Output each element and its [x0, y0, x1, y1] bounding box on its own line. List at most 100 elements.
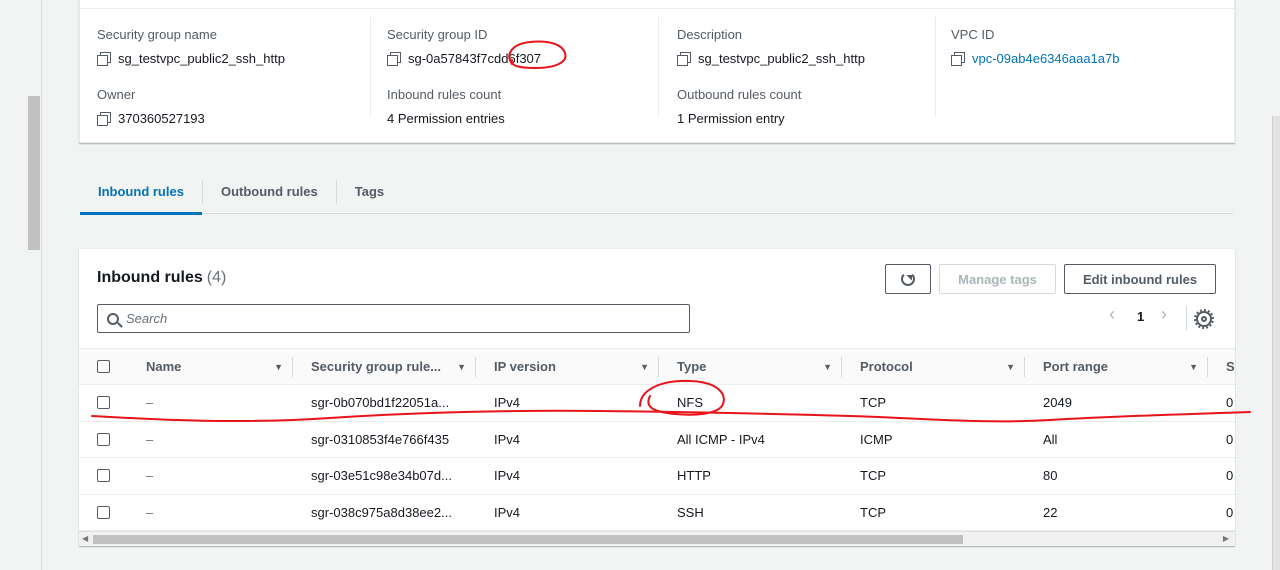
inbound-rules-panel: Inbound rules (4) Manage tags Edit inboun… [79, 248, 1235, 546]
rule-id: sgr-0b070bd1f22051a... [311, 395, 450, 411]
tab-tags[interactable]: Tags [337, 170, 402, 213]
table-header-row: Name ▼ Security group rule... ▼ IP version… [79, 348, 1235, 385]
select-all-checkbox[interactable] [97, 360, 110, 373]
rules-title-text: Inbound rules [97, 269, 203, 286]
column-header-rule-id[interactable]: Security group rule... ▼ [293, 348, 476, 385]
copy-icon[interactable] [951, 52, 965, 66]
rule-name: – [146, 395, 154, 411]
rule-protocol: TCP [860, 395, 886, 411]
group-name-field: Security group name sg_testvpc_public2_s… [97, 27, 285, 66]
tab-outbound-rules[interactable]: Outbound rules [203, 170, 336, 213]
rule-port-range: 80 [1043, 468, 1058, 484]
refresh-button[interactable] [885, 264, 931, 294]
copy-icon[interactable] [677, 52, 691, 66]
column-header-port-range[interactable]: Port range ▼ [1025, 348, 1208, 385]
tab-inbound-rules[interactable]: Inbound rules [80, 170, 202, 215]
group-id-label: Security group ID [387, 27, 488, 42]
rule-id: sgr-038c975a8d38ee2... [311, 504, 452, 520]
caret-down-icon: ▼ [457, 361, 466, 372]
column-header-name[interactable]: Name ▼ [128, 348, 293, 385]
rules-table: Name ▼ Security group rule... ▼ IP version… [79, 348, 1235, 531]
search-box[interactable] [97, 304, 690, 333]
rule-ip-version: IPv4 [494, 431, 521, 447]
page-scrollbar-thumb[interactable] [28, 96, 40, 250]
rule-id: sgr-03e51c98e34b07d... [311, 468, 452, 484]
table-row[interactable]: – sgr-0b070bd1f22051a... IPv4 NFS TCP 2049 0 [79, 384, 1235, 422]
manage-tags-button[interactable]: Manage tags [939, 264, 1056, 294]
table-horizontal-scrollbar[interactable]: ◀ ▶ [79, 531, 1235, 546]
rule-source: 0 [1226, 468, 1234, 484]
table-row[interactable]: – sgr-038c975a8d38ee2... IPv4 SSH TCP 22 0 [79, 494, 1235, 531]
caret-down-icon: ▼ [640, 361, 649, 372]
row-checkbox[interactable] [97, 432, 110, 446]
copy-icon[interactable] [97, 112, 111, 126]
rule-port-range: 2049 [1043, 395, 1072, 411]
rule-type: All ICMP - IPv4 [677, 431, 765, 447]
vpc-link[interactable]: vpc-09ab4e6346aaa1a7b [972, 51, 1119, 66]
details-panel: Security group name sg_testvpc_public2_s… [79, 0, 1235, 143]
search-input[interactable] [126, 311, 666, 326]
rule-port-range: 22 [1043, 504, 1058, 520]
column-header-ip-version[interactable]: IP version ▼ [476, 348, 659, 385]
rule-ip-version: IPv4 [494, 504, 521, 520]
table-row[interactable]: – sgr-0310853f4e766f435 IPv4 All ICMP - IPv… [79, 421, 1235, 458]
group-name-value: sg_testvpc_public2_ssh_http [118, 51, 285, 66]
vpc-field: VPC ID vpc-09ab4e6346aaa1a7b [951, 27, 1119, 66]
rule-type: NFS [677, 395, 703, 411]
group-id-field: Security group ID sg-0a57843f7cdd6f307 [387, 27, 541, 66]
copy-icon[interactable] [97, 52, 111, 66]
description-field: Description sg_testvpc_public2_ssh_http [677, 27, 865, 66]
tab-bar: Inbound rules Outbound rules Tags [80, 170, 1233, 215]
inbound-count-field: Inbound rules count 4 Permission entries [387, 87, 505, 126]
copy-icon[interactable] [387, 52, 401, 66]
rules-title: Inbound rules (4) [97, 269, 226, 287]
caret-down-icon: ▼ [1189, 361, 1198, 372]
owner-value: 370360527193 [118, 111, 205, 126]
table-row[interactable]: – sgr-03e51c98e34b07d... IPv4 HTTP TCP 80 0 [79, 457, 1235, 495]
caret-down-icon: ▼ [1006, 361, 1015, 372]
search-icon [107, 312, 119, 325]
rule-port-range: All [1043, 431, 1058, 447]
gear-icon[interactable] [1194, 309, 1214, 329]
vpc-label: VPC ID [951, 27, 995, 42]
owner-label: Owner [97, 87, 136, 102]
prev-page-button[interactable]: ‹ [1109, 304, 1115, 325]
outbound-count-value: 1 Permission entry [677, 111, 785, 126]
rule-type: HTTP [677, 468, 711, 484]
rule-protocol: ICMP [860, 431, 893, 447]
inbound-count-label: Inbound rules count [387, 87, 502, 102]
column-header-type[interactable]: Type ▼ [659, 348, 842, 385]
description-value: sg_testvpc_public2_ssh_http [698, 51, 865, 66]
rule-ip-version: IPv4 [494, 468, 521, 484]
rule-source: 0 [1226, 431, 1234, 447]
outbound-count-label: Outbound rules count [677, 87, 802, 102]
column-header-source[interactable]: S [1208, 348, 1235, 385]
row-checkbox[interactable] [97, 396, 110, 410]
row-checkbox[interactable] [97, 469, 110, 483]
rules-count: (4) [206, 269, 227, 286]
right-scrollbar[interactable] [1272, 116, 1280, 570]
owner-field: Owner 370360527193 [97, 87, 205, 126]
rule-ip-version: IPv4 [494, 395, 521, 411]
description-label: Description [677, 27, 743, 42]
rule-protocol: TCP [860, 504, 886, 520]
rule-type: SSH [677, 504, 704, 520]
rule-id: sgr-0310853f4e766f435 [311, 431, 450, 447]
page-scrollbar[interactable] [0, 0, 42, 570]
rule-name: – [146, 468, 154, 484]
page-number[interactable]: 1 [1137, 309, 1144, 324]
row-checkbox[interactable] [97, 505, 110, 519]
rule-name: – [146, 431, 154, 447]
inbound-count-value: 4 Permission entries [387, 111, 505, 126]
caret-down-icon: ▼ [274, 361, 283, 372]
group-id-value: sg-0a57843f7cdd6f307 [408, 51, 542, 66]
column-header-protocol[interactable]: Protocol ▼ [842, 348, 1025, 385]
caret-down-icon: ▼ [823, 361, 832, 372]
rule-name: – [146, 504, 154, 520]
outbound-count-field: Outbound rules count 1 Permission entry [677, 87, 801, 126]
rule-source: 0 [1226, 504, 1234, 520]
rule-protocol: TCP [860, 468, 886, 484]
next-page-button[interactable]: › [1161, 304, 1167, 325]
edit-inbound-rules-button[interactable]: Edit inbound rules [1064, 264, 1216, 294]
rule-source: 0 [1226, 395, 1234, 411]
